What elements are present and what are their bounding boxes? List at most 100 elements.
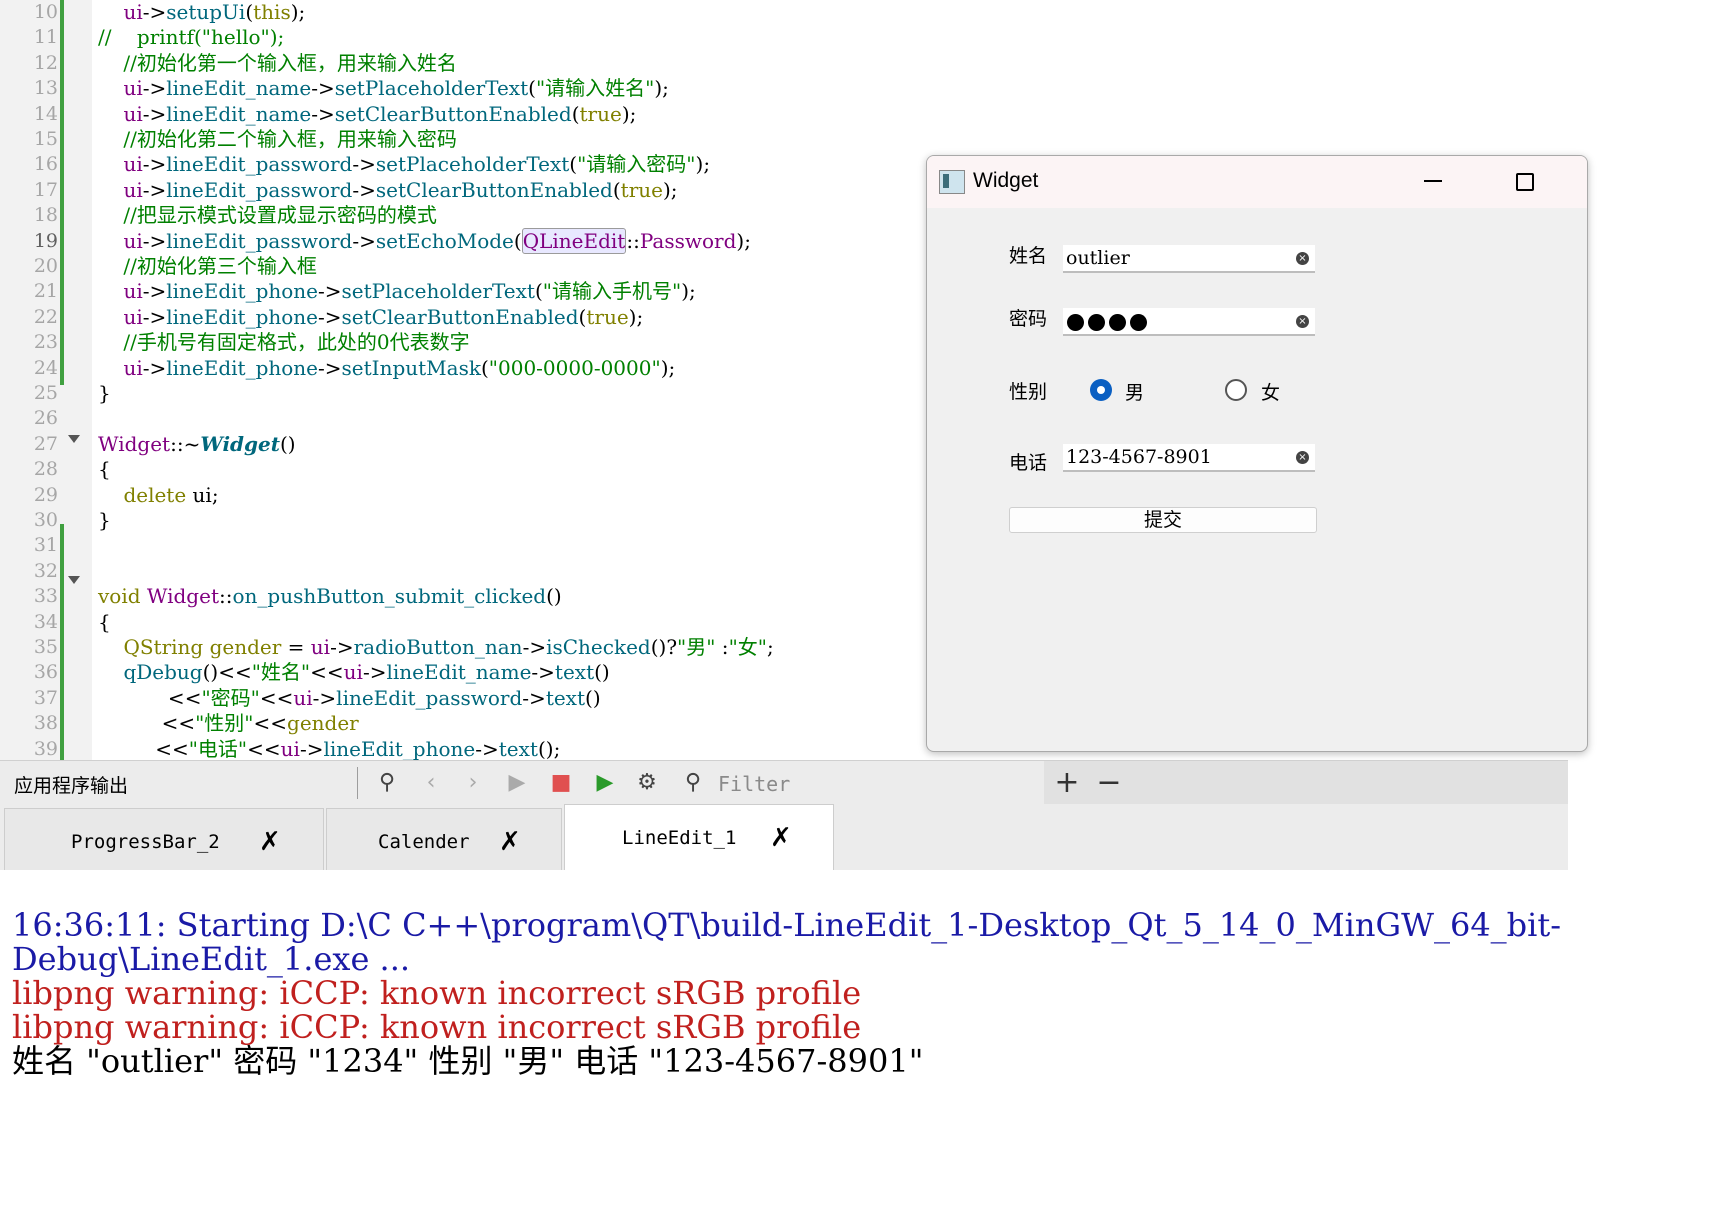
line-number: 13 xyxy=(33,77,58,100)
tab-progressbar-2[interactable]: ProgressBar_2 ✗ xyxy=(4,808,324,870)
line-number: 30 xyxy=(33,509,58,531)
line-number: 38 xyxy=(33,712,58,735)
zoom-out-icon[interactable]: − xyxy=(1094,768,1124,798)
clear-icon[interactable]: × xyxy=(1296,252,1309,265)
line-number: 18 xyxy=(33,204,58,227)
code-line[interactable]: ui->lineEdit_phone->setPlaceholderText("… xyxy=(98,279,695,304)
radio-female[interactable] xyxy=(1225,379,1247,401)
output-line: libpng warning: iCCP: known incorrect sR… xyxy=(12,1008,862,1046)
radio-female-label[interactable]: 女 xyxy=(1261,378,1280,405)
change-marker xyxy=(60,0,64,385)
stop-icon[interactable]: ■ xyxy=(546,769,576,797)
widget-titlebar[interactable]: Widget xyxy=(927,156,1587,208)
password-mask xyxy=(1067,314,1147,331)
code-line[interactable]: QString gender = ui->radioButton_nan->is… xyxy=(98,635,773,660)
code-line[interactable]: Widget::~Widget() xyxy=(98,432,296,457)
minimize-icon[interactable] xyxy=(1424,180,1442,182)
close-icon[interactable]: ✗ xyxy=(499,827,521,857)
line-number: 29 xyxy=(33,483,58,506)
line-number: 33 xyxy=(33,585,58,608)
close-icon[interactable]: ✗ xyxy=(770,823,792,853)
maximize-icon[interactable] xyxy=(1516,173,1534,191)
code-line[interactable]: ui->lineEdit_phone->setClearButtonEnable… xyxy=(98,305,643,330)
prev-icon[interactable]: ‹ xyxy=(416,769,446,797)
output-line: Debug\LineEdit_1.exe ... xyxy=(12,940,411,978)
line-number: 35 xyxy=(33,636,58,658)
gear-icon[interactable]: ⚙ xyxy=(632,769,662,797)
tab-lineedit-1[interactable]: LineEdit_1 ✗ xyxy=(564,804,834,872)
code-line[interactable]: <<"性别"<<gender xyxy=(98,711,359,736)
line-number: 20 xyxy=(33,255,58,277)
name-label: 姓名 xyxy=(1009,245,1048,267)
search-icon: ⚲ xyxy=(684,770,702,795)
code-line[interactable]: { xyxy=(98,457,111,482)
code-line[interactable]: ui->setupUi(this); xyxy=(98,0,305,25)
code-line[interactable]: ui->lineEdit_password->setPlaceholderTex… xyxy=(98,152,710,177)
application-output[interactable]: 16:36:11: Starting D:\C C++\program\QT\b… xyxy=(0,870,1568,1107)
phone-field[interactable]: 123-4567-8901 × xyxy=(1063,444,1315,472)
line-number: 16 xyxy=(33,153,58,176)
output-pane-title: 应用程序输出 xyxy=(14,775,129,797)
clear-icon[interactable]: × xyxy=(1296,451,1309,464)
output-toolbar: 应用程序输出 ⚲ ‹ › ▶ ■ ▶ ⚙ ⚲ Filter + − xyxy=(0,760,1568,805)
code-line[interactable]: ui->lineEdit_name->setClearButtonEnabled… xyxy=(98,102,636,127)
password-field[interactable]: × xyxy=(1063,308,1315,336)
code-line[interactable]: ui->lineEdit_name->setPlaceholderText("请… xyxy=(98,76,668,101)
code-line[interactable]: //初始化第三个输入框 xyxy=(98,254,316,279)
widget-title: Widget xyxy=(973,169,1039,192)
fold-arrow-icon[interactable] xyxy=(68,576,80,584)
code-line[interactable]: ui->lineEdit_phone->setInputMask("000-00… xyxy=(98,356,675,381)
code-line[interactable]: ui->lineEdit_password->setEchoMode(QLine… xyxy=(98,227,751,254)
line-number: 27 xyxy=(33,432,58,455)
code-line[interactable]: } xyxy=(98,508,111,533)
debug-run-icon[interactable]: ▶ xyxy=(590,769,620,797)
code-line[interactable]: ui->lineEdit_password->setClearButtonEna… xyxy=(98,178,677,203)
widget-window[interactable]: Widget 姓名 outlier × 密码 × 性别 男 女 电话 123-4… xyxy=(926,155,1588,752)
line-number: 22 xyxy=(33,305,58,328)
line-number: 14 xyxy=(33,102,58,125)
radio-male-label[interactable]: 男 xyxy=(1125,378,1144,405)
code-line[interactable]: { xyxy=(98,610,111,635)
code-line[interactable]: } xyxy=(98,381,111,406)
line-number: 12 xyxy=(33,51,58,74)
line-number: 25 xyxy=(33,382,58,404)
zoom-in-icon[interactable]: + xyxy=(1052,768,1082,798)
line-number: 17 xyxy=(33,178,58,201)
filter-input[interactable]: Filter xyxy=(718,772,790,796)
submit-button[interactable]: 提交 xyxy=(1009,507,1317,533)
code-line[interactable]: //手机号有固定格式，此处的0代表数字 xyxy=(98,330,469,355)
code-line[interactable]: //初始化第一个输入框，用来输入姓名 xyxy=(98,51,456,76)
output-line: libpng warning: iCCP: known incorrect sR… xyxy=(12,974,862,1012)
toolbar-separator xyxy=(357,767,358,799)
line-number: 11 xyxy=(33,26,58,49)
tab-calender[interactable]: Calender ✗ xyxy=(326,808,562,870)
code-line[interactable]: //把显示模式设置成显示密码的模式 xyxy=(98,203,436,228)
change-marker xyxy=(60,524,64,760)
fold-arrow-icon[interactable] xyxy=(68,435,80,443)
next-icon[interactable]: › xyxy=(458,769,488,797)
code-line[interactable]: // printf("hello"); xyxy=(98,25,284,50)
name-field[interactable]: outlier × xyxy=(1063,245,1315,273)
code-line[interactable]: <<"电话"<<ui->lineEdit_phone->text(); xyxy=(98,737,560,760)
run-icon[interactable]: ▶ xyxy=(502,769,532,797)
radio-male[interactable] xyxy=(1090,379,1112,401)
line-number: 21 xyxy=(33,280,58,303)
clear-icon[interactable]: × xyxy=(1296,315,1309,328)
phone-value: 123-4567-8901 xyxy=(1066,446,1212,468)
line-number: 34 xyxy=(33,610,58,633)
tab-label: ProgressBar_2 xyxy=(71,831,220,853)
code-line[interactable]: <<"密码"<<ui->lineEdit_password->text() xyxy=(98,686,601,711)
attach-icon[interactable]: ⚲ xyxy=(372,769,402,797)
code-line[interactable]: delete ui; xyxy=(98,483,218,508)
phone-label: 电话 xyxy=(1009,452,1048,474)
line-number: 23 xyxy=(33,331,58,354)
close-icon[interactable]: ✗ xyxy=(259,827,281,857)
name-value: outlier xyxy=(1066,247,1130,269)
code-line[interactable]: void Widget::on_pushButton_submit_clicke… xyxy=(98,584,562,609)
code-line[interactable]: qDebug()<<"姓名"<<ui->lineEdit_name->text(… xyxy=(98,660,609,685)
password-dot xyxy=(1130,314,1147,331)
code-line[interactable]: //初始化第二个输入框，用来输入密码 xyxy=(98,127,456,152)
line-number: 28 xyxy=(33,458,58,481)
password-dot xyxy=(1109,314,1126,331)
line-number: 19 xyxy=(33,229,58,252)
